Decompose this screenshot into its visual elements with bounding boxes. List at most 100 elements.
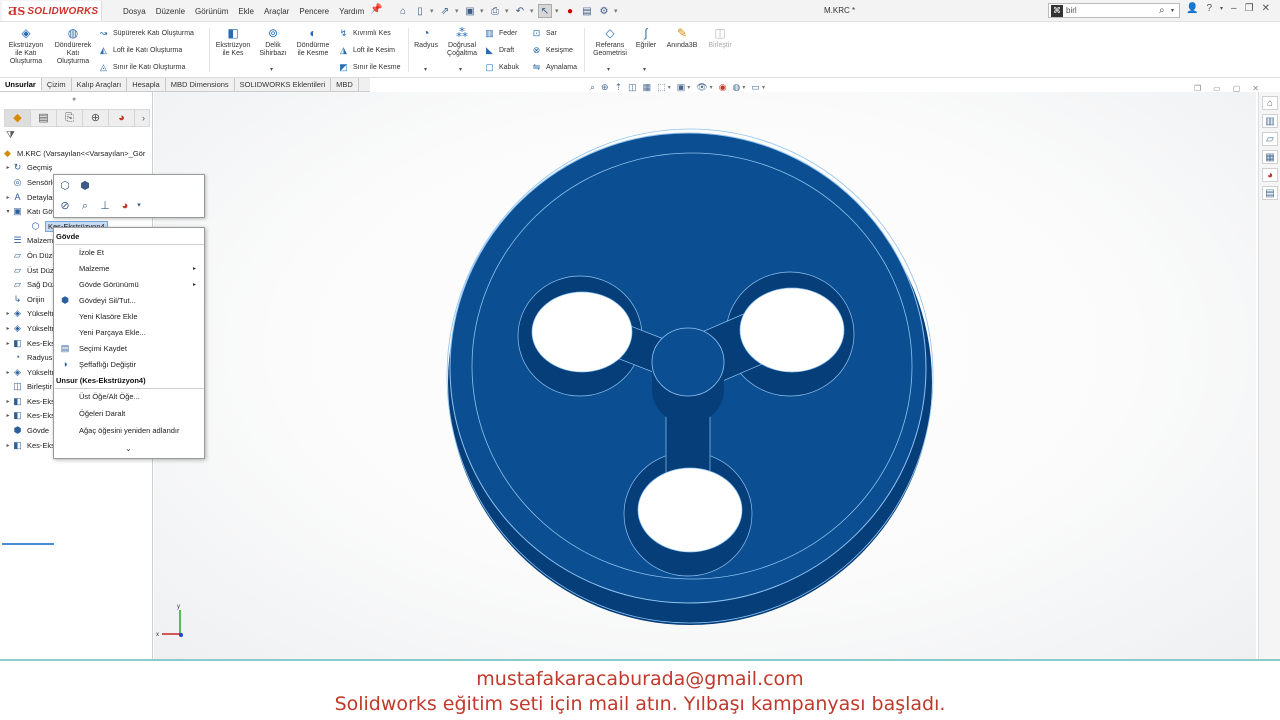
design-library-icon[interactable]: ▥	[1262, 114, 1278, 128]
mirror-button[interactable]: ⇋ Aynalama	[531, 61, 577, 73]
zoom-to-selection-icon[interactable]: ⌕	[78, 199, 92, 213]
tab-6[interactable]: SOLIDWORKS Eklentileri	[235, 78, 332, 91]
tree-expand-icon[interactable]: ▸	[4, 398, 12, 405]
menu-item[interactable]: Ağaç öğesini yeniden adlandır	[79, 426, 180, 435]
rib-button[interactable]: ▥ Feder	[484, 27, 517, 39]
select-dropdown-icon[interactable]: ▾	[555, 7, 560, 15]
options-gear-icon[interactable]: ⚙	[597, 4, 611, 18]
new-dropdown-icon[interactable]: ▾	[430, 7, 435, 15]
swept-cut-button[interactable]: ↯ Kıvrımlı Kes	[338, 27, 391, 39]
undo-icon[interactable]: ↶	[513, 4, 527, 18]
menu-item-5[interactable]: Araçlar	[259, 7, 294, 16]
curves-button[interactable]: ∫ Eğriler	[633, 26, 659, 50]
rebuild-icon[interactable]: ●	[563, 4, 577, 18]
menu-item-1[interactable]: Dosya	[118, 7, 151, 16]
resources-home-icon[interactable]: ⌂	[1262, 96, 1278, 110]
pattern-dropdown-icon[interactable]: ▾	[459, 66, 462, 73]
menu-item[interactable]: İzole Et	[79, 248, 104, 257]
revolved-boss-button[interactable]: ◍ Döndürerek Katı Oluşturma	[51, 26, 95, 66]
tree-expand-icon[interactable]: ▸	[4, 194, 12, 201]
tree-root-part[interactable]: ◆ M.KRC (Varsayılan<<Varsayılan>_Gör	[0, 146, 152, 161]
hide-show-dropdown-icon[interactable]: ▾	[710, 84, 713, 91]
menu-item-6[interactable]: Pencere	[294, 7, 334, 16]
hole-wizard-button[interactable]: ⊚ Delik Sihirbazı	[256, 26, 290, 58]
fillet-button[interactable]: ◔ Radyus	[412, 26, 440, 50]
print-dropdown-icon[interactable]: ▾	[505, 7, 510, 15]
view-palette-icon[interactable]: ▦	[1262, 150, 1278, 164]
restore-icon[interactable]: ❐	[1245, 3, 1254, 14]
menu-item[interactable]: Yeni Parçaya Ekle...	[79, 328, 146, 337]
reference-geometry-dropdown-icon[interactable]: ▾	[607, 66, 610, 73]
open-dropdown-icon[interactable]: ▾	[455, 7, 460, 15]
tree-expand-icon[interactable]: ▸	[4, 164, 12, 171]
shell-button[interactable]: ▢ Kabuk	[484, 61, 519, 73]
options-dropdown-icon[interactable]: ▾	[614, 7, 619, 15]
undo-dropdown-icon[interactable]: ▾	[530, 7, 535, 15]
boundary-boss-button[interactable]: ◬ Sınır ile Katı Oluşturma	[98, 61, 185, 73]
menu-item[interactable]: Yeni Klasöre Ekle	[79, 312, 138, 321]
instant3d-button[interactable]: ✎ Anında3B	[663, 26, 701, 50]
tab-2[interactable]: Çizim	[42, 78, 72, 91]
appearance-dropdown-icon[interactable]: ▾	[132, 199, 146, 213]
tab-7[interactable]: MBD	[331, 78, 359, 91]
save-dropdown-icon[interactable]: ▾	[480, 7, 485, 15]
extruded-boss-button[interactable]: ◈ Ekstrüzyon ile Katı Oluşturma	[6, 26, 46, 66]
search-box[interactable]: ⌘ birl ⌕ ▾	[1048, 3, 1180, 18]
menu-item[interactable]: Şeffaflığı Değiştir	[79, 360, 136, 369]
lofted-boss-button[interactable]: ◭ Loft ile Katı Oluşturma	[98, 44, 182, 56]
revolved-cut-button[interactable]: ◐ Döndürme ile Kesme	[293, 26, 333, 58]
minimize-icon[interactable]: –	[1231, 3, 1237, 14]
tree-item[interactable]: ▸ ↻ Geçmiş	[0, 161, 152, 176]
extruded-cut-button[interactable]: ◧ Ekstrüzyon ile Kes	[213, 26, 253, 58]
part-model[interactable]	[154, 92, 1256, 659]
configuration-manager-tab-icon[interactable]: ⎘	[57, 110, 83, 126]
curves-dropdown-icon[interactable]: ▾	[643, 66, 646, 73]
normal-to-icon[interactable]: ⊥	[98, 199, 112, 213]
tree-expand-icon[interactable]: ▾	[4, 208, 12, 215]
menu-item-4[interactable]: Ekle	[233, 7, 259, 16]
view-orientation-dropdown-icon[interactable]: ▾	[668, 84, 671, 91]
pin-icon[interactable]: 📌	[370, 4, 382, 15]
help-icon[interactable]: ?	[1206, 3, 1212, 14]
custom-properties-icon[interactable]: ▤	[1262, 186, 1278, 200]
save-icon[interactable]: ▣	[463, 4, 477, 18]
wrap-button[interactable]: ⊡ Sar	[531, 27, 557, 39]
hide-body-icon[interactable]: ⊘	[58, 199, 72, 213]
menu-item[interactable]: Öğeleri Daralt	[79, 409, 125, 418]
swept-boss-button[interactable]: ↝ Süpürerek Katı Oluşturma	[98, 27, 194, 39]
new-file-icon[interactable]: ▯	[413, 4, 427, 18]
panel-grip-icon[interactable]: ●	[72, 96, 76, 103]
graphics-area[interactable]	[154, 92, 1256, 659]
tree-expand-icon[interactable]: ▸	[4, 310, 12, 317]
menu-item[interactable]: Gövdeyi Sil/Tut...	[79, 296, 136, 305]
menu-item-3[interactable]: Görünüm	[190, 7, 233, 16]
solidworks-logo[interactable]: ƋS SOLIDWORKS	[2, 1, 102, 21]
display-manager-tab-icon[interactable]: ◕	[109, 110, 135, 126]
appearance-icon[interactable]: ◕	[118, 199, 132, 213]
intersect-button[interactable]: ⊗ Kesişme	[531, 44, 573, 56]
property-manager-tab-icon[interactable]: ▤	[31, 110, 57, 126]
tree-expand-icon[interactable]: ▸	[4, 412, 12, 419]
menu-item[interactable]: Gövde Görünümü	[79, 280, 139, 289]
help-dropdown-icon[interactable]: ▾	[1220, 5, 1223, 12]
menu-item-2[interactable]: Düzenle	[151, 7, 190, 16]
home-icon[interactable]: ⌂	[396, 4, 410, 18]
menu-item-7[interactable]: Yardım	[334, 7, 369, 16]
dimxpert-tab-icon[interactable]: ⊕	[83, 110, 109, 126]
expand-menu-chevron-icon[interactable]: ⌄	[125, 444, 132, 453]
search-icon[interactable]: ⌕	[1159, 5, 1171, 16]
tree-expand-icon[interactable]: ▸	[4, 442, 12, 449]
tab-5[interactable]: MBD Dimensions	[166, 78, 235, 91]
open-file-icon[interactable]: ⇗	[438, 4, 452, 18]
tree-expand-icon[interactable]: ▸	[4, 325, 12, 332]
draft-button[interactable]: ◣ Draft	[484, 44, 514, 56]
display-style-dropdown-icon[interactable]: ▾	[687, 84, 690, 91]
tree-expand-icon[interactable]: ▸	[4, 369, 12, 376]
feature-manager-tab-icon[interactable]: ◆	[5, 110, 31, 126]
menu-item[interactable]: Üst Öğe/Alt Öğe...	[79, 392, 140, 401]
combine-button[interactable]: ◫ Birleştir	[702, 26, 738, 50]
appearances-icon[interactable]: ◕	[1262, 168, 1278, 182]
print-icon[interactable]: ⎙	[488, 4, 502, 18]
body-properties-icon[interactable]: ⬢	[78, 179, 92, 193]
fillet-dropdown-icon[interactable]: ▾	[424, 66, 427, 73]
